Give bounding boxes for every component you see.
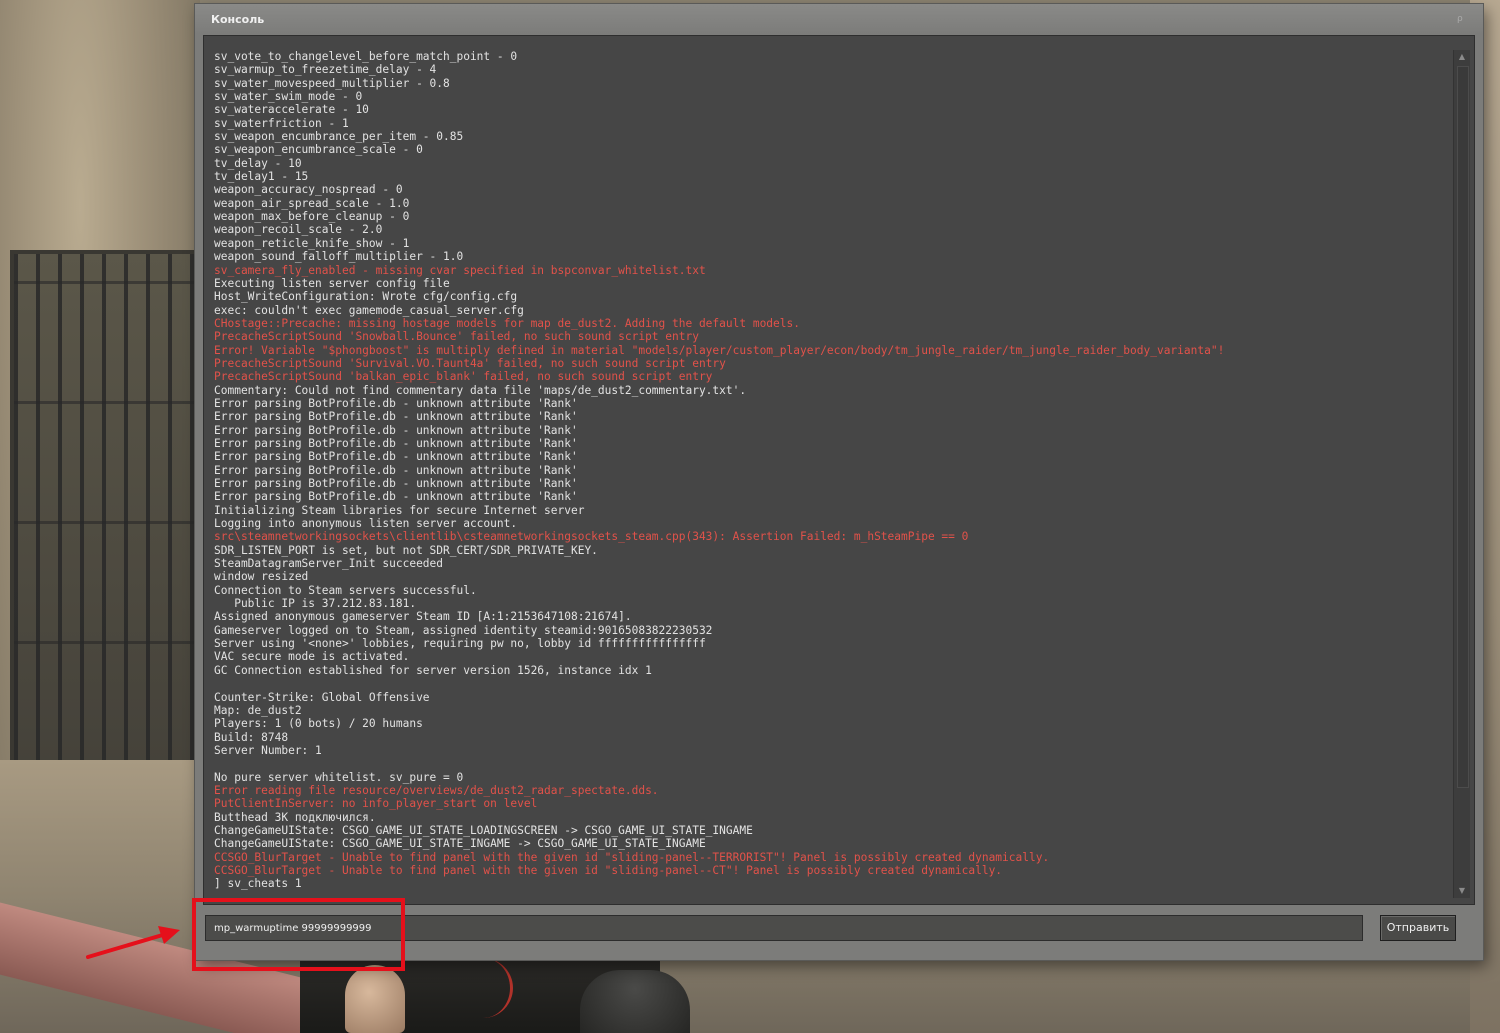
console-error-line: PrecacheScriptSound 'balkan_epic_blank' … — [214, 370, 713, 384]
console-line: ChangeGameUIState: CSGO_GAME_UI_STATE_LO… — [214, 823, 753, 837]
console-line: Error parsing BotProfile.db - unknown at… — [214, 410, 578, 424]
console-error-line: PrecacheScriptSound 'Snowball.Bounce' fa… — [214, 330, 699, 344]
console-line: weapon_sound_falloff_multiplier - 1.0 — [214, 250, 464, 264]
console-line: Build: 8748 — [214, 730, 289, 744]
console-line: weapon_reticle_knife_show - 1 — [214, 236, 410, 250]
console-line: Public IP is 37.212.83.181. — [214, 597, 417, 611]
console-error-line: CCSGO_BlurTarget - Unable to find panel … — [214, 850, 1050, 864]
console-line: weapon_accuracy_nospread - 0 — [214, 183, 403, 197]
console-error-line: CHostage::Precache: missing hostage mode… — [214, 316, 800, 330]
console-line: sv_warmup_to_freezetime_delay - 4 — [214, 63, 437, 77]
console-window: Консоль ρ sv_vote_to_changelevel_before_… — [195, 4, 1483, 960]
console-line: window resized — [214, 570, 309, 584]
console-line: sv_water_swim_mode - 0 — [214, 90, 363, 104]
console-line: Players: 1 (0 bots) / 20 humans — [214, 717, 423, 731]
console-line: exec: couldn't exec gamemode_casual_serv… — [214, 303, 524, 317]
console-line: weapon_air_spread_scale - 1.0 — [214, 196, 410, 210]
console-error-line: src\steamnetworkingsockets\clientlib\cst… — [214, 530, 969, 544]
console-line: ] sv_cheats 1 — [214, 877, 302, 891]
console-line: Host_WriteConfiguration: Wrote cfg/confi… — [214, 290, 518, 304]
console-line: sv_vote_to_changelevel_before_match_poin… — [214, 50, 518, 63]
console-line: Assigned anonymous gameserver Steam ID [… — [214, 610, 632, 624]
console-titlebar[interactable]: Консоль ρ — [195, 4, 1483, 34]
console-line: weapon_recoil_scale - 2.0 — [214, 223, 383, 237]
console-error-line: Error reading file resource/overviews/de… — [214, 783, 659, 797]
console-line: SDR_LISTEN_PORT is set, but not SDR_CERT… — [214, 543, 598, 557]
console-line: Error parsing BotProfile.db - unknown at… — [214, 490, 578, 504]
scroll-up-icon[interactable]: ▲ — [1454, 50, 1470, 64]
console-line: SteamDatagramServer_Init succeeded — [214, 557, 444, 571]
console-line: sv_water_movespeed_multiplier - 0.8 — [214, 76, 450, 90]
player-hand — [345, 965, 405, 1033]
console-output: sv_vote_to_changelevel_before_match_poin… — [214, 50, 1444, 894]
console-line: weapon_max_before_cleanup - 0 — [214, 210, 410, 224]
console-error-line: PrecacheScriptSound 'Survival.VO.Taunt4a… — [214, 356, 726, 370]
console-line: Error parsing BotProfile.db - unknown at… — [214, 436, 578, 450]
console-line: Counter-Strike: Global Offensive — [214, 690, 430, 704]
scrollbar-thumb[interactable] — [1457, 66, 1469, 788]
console-line: Logging into anonymous listen server acc… — [214, 517, 518, 531]
console-line: tv_delay - 10 — [214, 156, 302, 170]
submit-button[interactable]: Отправить — [1380, 915, 1456, 941]
console-line: Error parsing BotProfile.db - unknown at… — [214, 423, 578, 437]
background-gate — [10, 250, 198, 768]
console-line: Error parsing BotProfile.db - unknown at… — [214, 396, 578, 410]
console-line: VAC secure mode is activated. — [214, 650, 410, 664]
console-line: Butthead 3K подключился. — [214, 810, 376, 824]
resize-grip-icon[interactable]: ρ — [1457, 15, 1465, 24]
console-line: ChangeGameUIState: CSGO_GAME_UI_STATE_IN… — [214, 837, 706, 851]
scroll-down-icon[interactable]: ▼ — [1454, 884, 1470, 898]
console-error-line: CCSGO_BlurTarget - Unable to find panel … — [214, 863, 1003, 877]
console-error-line: PutClientInServer: no info_player_start … — [214, 797, 538, 811]
console-output-panel: sv_vote_to_changelevel_before_match_poin… — [203, 35, 1475, 905]
console-line: GC Connection established for server ver… — [214, 663, 652, 677]
console-line: Gameserver logged on to Steam, assigned … — [214, 623, 713, 637]
console-title: Консоль — [211, 13, 265, 26]
console-line: Error parsing BotProfile.db - unknown at… — [214, 477, 578, 490]
console-line: Commentary: Could not find commentary da… — [214, 383, 747, 397]
console-line: Error parsing BotProfile.db - unknown at… — [214, 450, 578, 464]
console-line: tv_delay1 - 15 — [214, 170, 309, 184]
console-line: sv_weapon_encumbrance_per_item - 0.85 — [214, 130, 464, 144]
console-line: Server using '<none>' lobbies, requiring… — [214, 637, 706, 651]
output-scrollbar[interactable]: ▲ ▼ — [1453, 50, 1470, 898]
console-line: Error parsing BotProfile.db - unknown at… — [214, 463, 578, 477]
player-sleeve — [580, 970, 690, 1033]
console-line: Map: de_dust2 — [214, 703, 302, 717]
console-line: Connection to Steam servers successful. — [214, 583, 477, 597]
annotation-highlight-box — [192, 898, 405, 971]
console-line: Server Number: 1 — [214, 743, 322, 757]
console-line: sv_waterfriction - 1 — [214, 116, 349, 130]
console-line: Executing listen server config file — [214, 276, 450, 290]
console-line: Initializing Steam libraries for secure … — [214, 503, 585, 517]
console-error-line: sv_camera_fly_enabled - missing cvar spe… — [214, 263, 706, 277]
console-line: No pure server whitelist. sv_pure = 0 — [214, 770, 464, 784]
console-line: sv_weapon_encumbrance_scale - 0 — [214, 143, 423, 157]
console-line: sv_wateraccelerate - 10 — [214, 103, 369, 117]
console-error-line: Error! Variable "$phongboost" is multipl… — [214, 343, 1225, 357]
